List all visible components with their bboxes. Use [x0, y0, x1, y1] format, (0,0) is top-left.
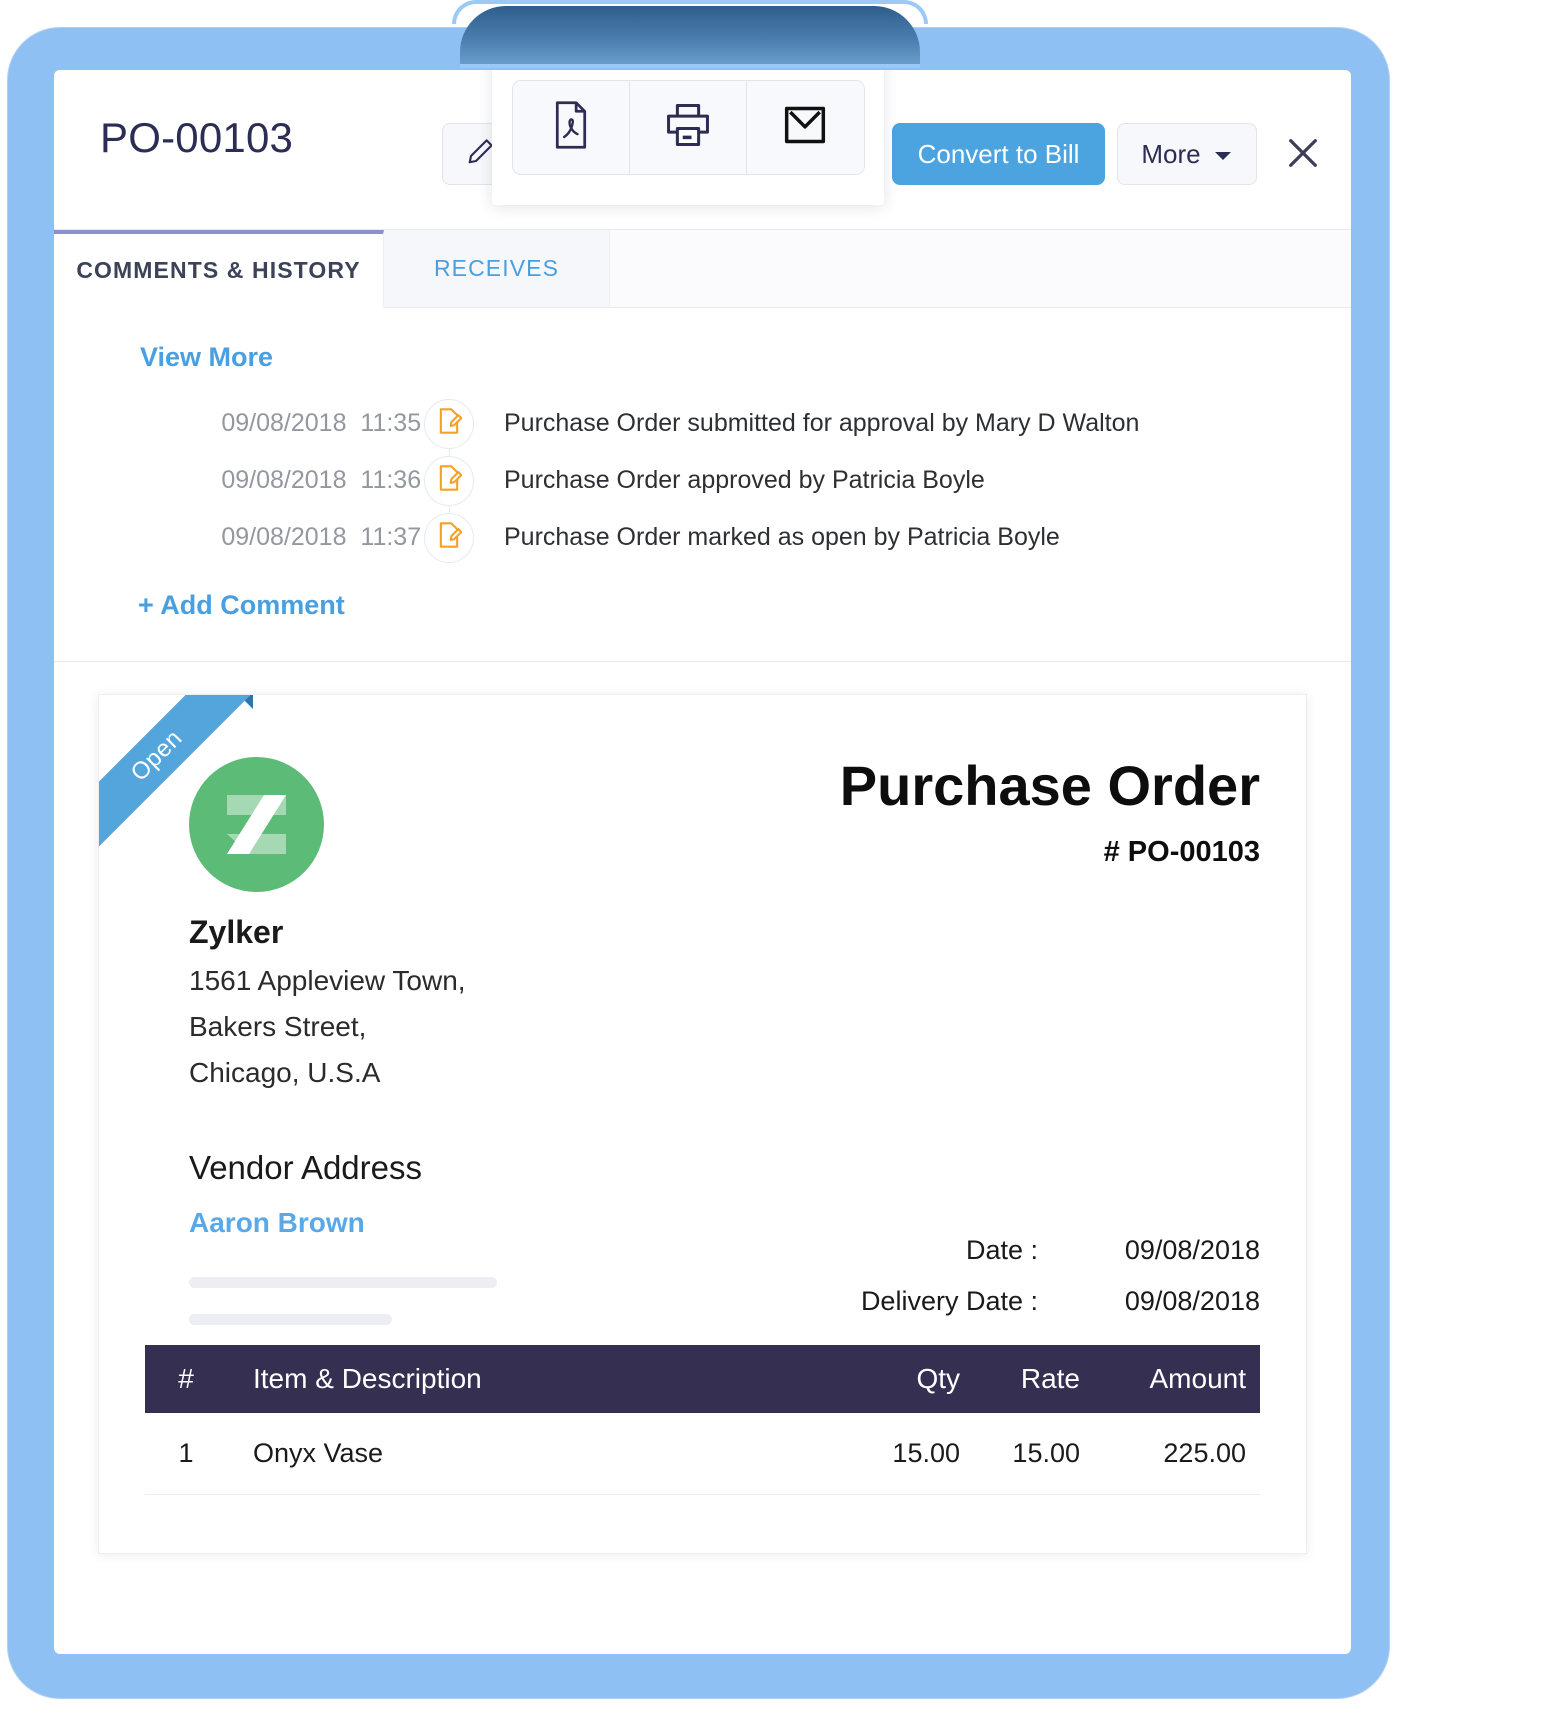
cell-rate: 15.00 [1012, 1438, 1080, 1468]
vendor-address-placeholder [189, 1277, 497, 1288]
document-number: # PO-00103 [1103, 835, 1260, 868]
add-comment-link[interactable]: + Add Comment [138, 590, 345, 621]
date-label: Date : [965, 1235, 1038, 1265]
column-header-amount: Amount [1149, 1363, 1247, 1394]
timeline-date: 09/08/2018 [221, 409, 347, 437]
convert-to-bill-label: Convert to Bill [917, 138, 1080, 169]
column-header-qty: Qty [916, 1363, 960, 1394]
document-title-block: Purchase Order # PO-00103 [839, 754, 1260, 1089]
action-popup [492, 70, 884, 205]
chevron-down-icon [1213, 139, 1233, 170]
top-bar: PO-00103 Convert to Bill More [54, 70, 1351, 230]
action-popup-group [511, 80, 865, 175]
timeline-entry: 09/08/2018 11:37 PM Purchase Order marke… [54, 509, 1351, 566]
close-button[interactable] [1280, 132, 1326, 178]
device-frame: PO-00103 Convert to Bill More COMMENTS &… [8, 0, 1389, 1698]
convert-to-bill-button[interactable]: Convert to Bill [892, 123, 1105, 185]
table-row: 1 Onyx Vase 15.00 15.00 225.00 [145, 1413, 1260, 1495]
column-header-description: Item & Description [253, 1363, 482, 1394]
more-label: More [1141, 138, 1201, 169]
tab-receives[interactable]: RECEIVES [384, 230, 610, 307]
tab-bar: COMMENTS & HISTORY RECEIVES [54, 230, 1351, 308]
timeline-date: 09/08/2018 [221, 523, 347, 551]
pdf-button[interactable] [512, 81, 630, 174]
document-edit-icon [436, 464, 463, 497]
document-title: Purchase Order [839, 754, 1260, 817]
cell-description: Onyx Vase [253, 1438, 384, 1468]
company-address-line: Bakers Street, [189, 1011, 367, 1042]
printer-icon [665, 102, 711, 153]
vendor-address-heading: Vendor Address [189, 1149, 422, 1186]
document-dates: Date : 09/08/2018 Delivery Date : 09/08/… [840, 1235, 1260, 1337]
timeline-marker [394, 455, 504, 538]
delivery-date-value: 09/08/2018 [1124, 1286, 1260, 1316]
timeline-dot [424, 512, 474, 563]
table-header-row: # Item & Description Qty Rate Amount [145, 1345, 1260, 1413]
document-edit-icon [436, 521, 463, 554]
cell-qty: 15.00 [892, 1438, 960, 1468]
company-name: Zylker [189, 914, 284, 950]
close-icon [1282, 132, 1324, 179]
document-header: Zylker 1561 Appleview Town, Bakers Stree… [145, 695, 1260, 1089]
timeline-dot [424, 398, 474, 449]
timeline-text: Purchase Order marked as open by Patrici… [504, 523, 1060, 551]
date-row: Date : 09/08/2018 [840, 1235, 1260, 1266]
email-button[interactable] [746, 81, 864, 174]
history-panel: View More 09/08/2018 11:35 PM Purchase O… [54, 308, 1351, 662]
page-title: PO-00103 [100, 114, 294, 161]
timeline-text: Purchase Order submitted for approval by… [504, 409, 1140, 437]
column-header-rate: Rate [1020, 1363, 1080, 1394]
document-preview-area: Open Zylker 1561 Appleview Town, Bakers … [54, 662, 1351, 1554]
column-header-number: # [178, 1363, 194, 1394]
line-items-table: # Item & Description Qty Rate Amount 1 O… [145, 1345, 1260, 1495]
vendor-address-placeholder [189, 1314, 392, 1325]
timeline-dot [424, 455, 474, 506]
timeline-text: Purchase Order approved by Patricia Boyl… [504, 466, 985, 494]
device-notch [452, 0, 928, 68]
date-value: 09/08/2018 [1124, 1235, 1260, 1265]
timeline-marker [394, 398, 504, 481]
cell-number: 1 [178, 1438, 194, 1468]
pdf-file-icon [550, 101, 592, 154]
timeline-timestamp: 09/08/2018 11:37 PM [54, 494, 465, 581]
delivery-date-label: Delivery Date : [860, 1286, 1038, 1316]
cell-amount: 225.00 [1163, 1438, 1246, 1468]
company-block: Zylker 1561 Appleview Town, Bakers Stree… [145, 757, 466, 1089]
view-more-link[interactable]: View More [140, 342, 273, 373]
company-address-line: 1561 Appleview Town, [189, 965, 466, 996]
app-screen: PO-00103 Convert to Bill More COMMENTS &… [54, 70, 1351, 1654]
company-logo [189, 757, 324, 892]
print-button[interactable] [629, 81, 747, 174]
history-timeline: 09/08/2018 11:35 PM Purchase Order submi… [54, 395, 1351, 566]
document-edit-icon [436, 407, 463, 440]
company-address-line: Chicago, U.S.A [189, 1057, 381, 1088]
tab-comments-history[interactable]: COMMENTS & HISTORY [54, 230, 384, 308]
envelope-icon [781, 103, 829, 152]
timeline-marker [394, 512, 504, 563]
purchase-order-document: Open Zylker 1561 Appleview Town, Bakers … [98, 694, 1307, 1554]
more-button[interactable]: More [1117, 123, 1257, 185]
timeline-date: 09/08/2018 [221, 466, 347, 494]
date-row: Delivery Date : 09/08/2018 [840, 1286, 1260, 1317]
